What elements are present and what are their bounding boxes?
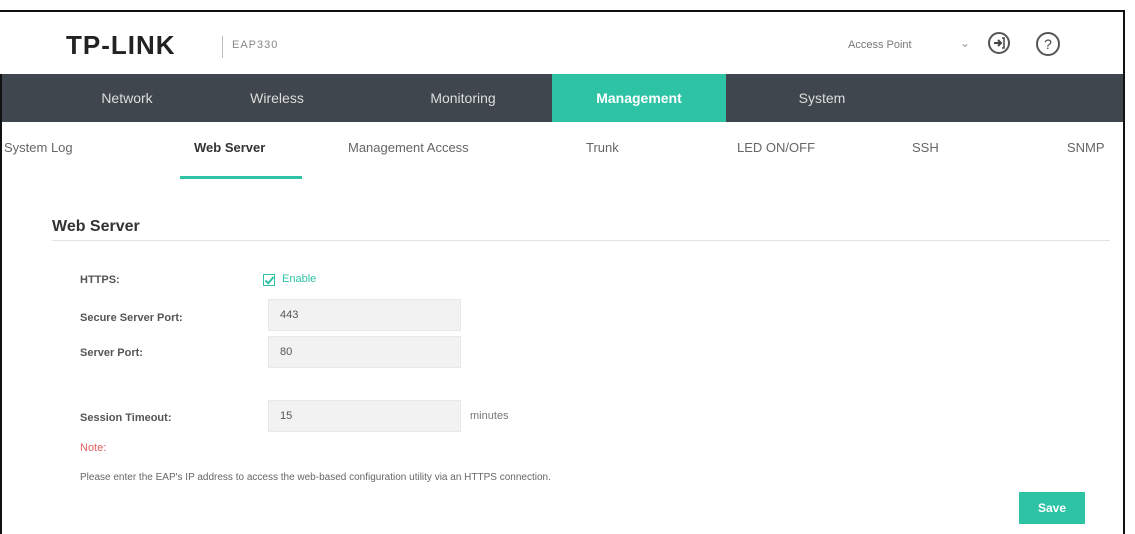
- server-port-label: Server Port:: [80, 347, 143, 359]
- https-enable-checkbox[interactable]: [263, 274, 275, 286]
- nav-wireless[interactable]: Wireless: [212, 74, 342, 122]
- nav-system[interactable]: System: [762, 74, 882, 122]
- nav-network[interactable]: Network: [62, 74, 192, 122]
- device-model: EAP330: [232, 39, 279, 51]
- note-label: Note:: [80, 442, 107, 454]
- secure-port-input[interactable]: 443: [268, 299, 461, 331]
- sub-nav: System Log Web Server Management Access …: [2, 122, 1123, 180]
- logout-icon[interactable]: [988, 32, 1010, 54]
- nav-management[interactable]: Management: [552, 74, 726, 122]
- section-divider: [180, 240, 1110, 241]
- tab-system-log[interactable]: System Log: [4, 140, 73, 155]
- session-timeout-label: Session Timeout:: [80, 412, 172, 424]
- server-port-input[interactable]: 80: [268, 336, 461, 368]
- tab-ssh[interactable]: SSH: [912, 140, 939, 155]
- secure-port-label: Secure Server Port:: [80, 312, 183, 324]
- help-icon[interactable]: ?: [1036, 32, 1060, 56]
- save-button[interactable]: Save: [1019, 492, 1085, 524]
- top-header: TP-LINK EAP330 Access Point ⌄ ?: [0, 12, 1123, 74]
- note-text: Please enter the EAP's IP address to acc…: [80, 472, 551, 483]
- main-nav: Network Wireless Monitoring Management S…: [2, 74, 1123, 122]
- section-title: Web Server: [52, 218, 140, 235]
- https-enable-label[interactable]: Enable: [282, 273, 316, 285]
- nav-monitoring[interactable]: Monitoring: [388, 74, 538, 122]
- mode-select[interactable]: Access Point: [848, 39, 912, 51]
- tab-management-access[interactable]: Management Access: [348, 140, 469, 155]
- tab-led-onoff[interactable]: LED ON/OFF: [737, 140, 815, 155]
- chevron-down-icon[interactable]: ⌄: [960, 36, 970, 50]
- session-timeout-input[interactable]: 15: [268, 400, 461, 432]
- logo-divider: [222, 36, 223, 58]
- tab-web-server[interactable]: Web Server: [194, 140, 265, 155]
- tab-snmp[interactable]: SNMP: [1067, 140, 1105, 155]
- active-tab-indicator: [180, 176, 302, 179]
- section-divider-left: [52, 240, 182, 241]
- tab-trunk[interactable]: Trunk: [586, 140, 619, 155]
- session-timeout-unit: minutes: [470, 410, 509, 422]
- https-label: HTTPS:: [80, 274, 120, 286]
- tp-link-logo: TP-LINK: [66, 30, 176, 60]
